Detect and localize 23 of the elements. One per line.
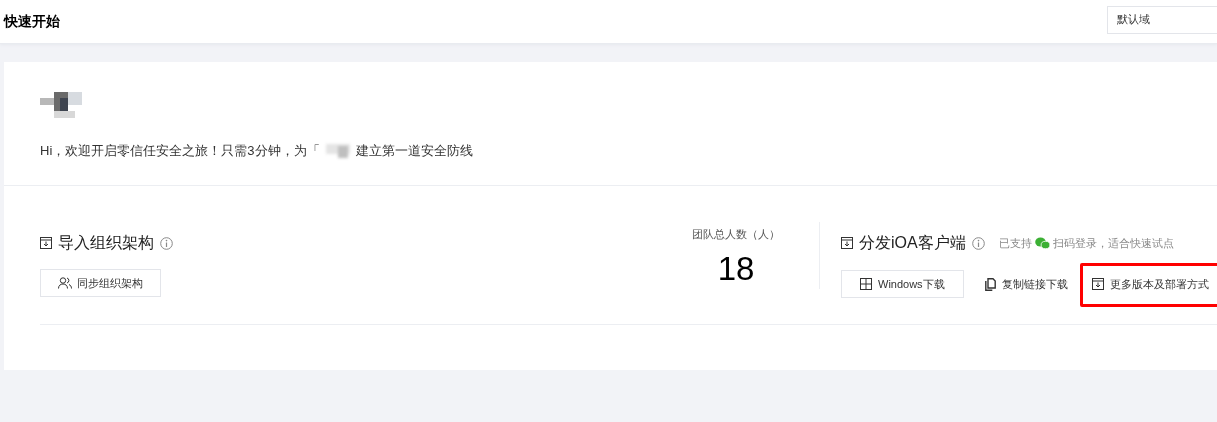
redacted-name xyxy=(323,142,352,160)
sync-org-button[interactable]: 同步组织架构 xyxy=(40,269,161,297)
support-note: 扫码登录，适合快速试点 xyxy=(1052,235,1174,251)
download-box-icon xyxy=(841,237,853,249)
download-button[interactable]: Windows下载 xyxy=(841,270,964,298)
info-icon[interactable] xyxy=(160,236,173,250)
info-icon[interactable] xyxy=(971,236,985,250)
import-icon xyxy=(40,237,52,249)
section-title: 分发iOA客户端 xyxy=(859,232,966,253)
section-title: 导入组织架构 xyxy=(58,232,154,253)
text-link-button[interactable]: 更多版本及部署方式 xyxy=(1079,263,1217,307)
users-icon xyxy=(58,277,72,289)
team-count-label: 团队总人数（人） xyxy=(691,227,781,242)
support-note: 已支持 xyxy=(998,235,1032,251)
page-title: 快速开始 xyxy=(4,12,60,31)
team-count-value: 18 xyxy=(717,250,755,288)
greeting-text: Hi，欢迎开启零信任安全之旅！只需3分钟，为「 xyxy=(40,142,320,160)
windows-icon xyxy=(860,278,872,290)
chat-bubbles-icon xyxy=(1034,237,1050,249)
copy-icon xyxy=(984,277,996,291)
download-box-icon xyxy=(1091,278,1104,290)
domain-select[interactable]: 默认域 xyxy=(1107,5,1217,34)
greeting-text: 建立第一道安全防线 xyxy=(355,142,473,160)
